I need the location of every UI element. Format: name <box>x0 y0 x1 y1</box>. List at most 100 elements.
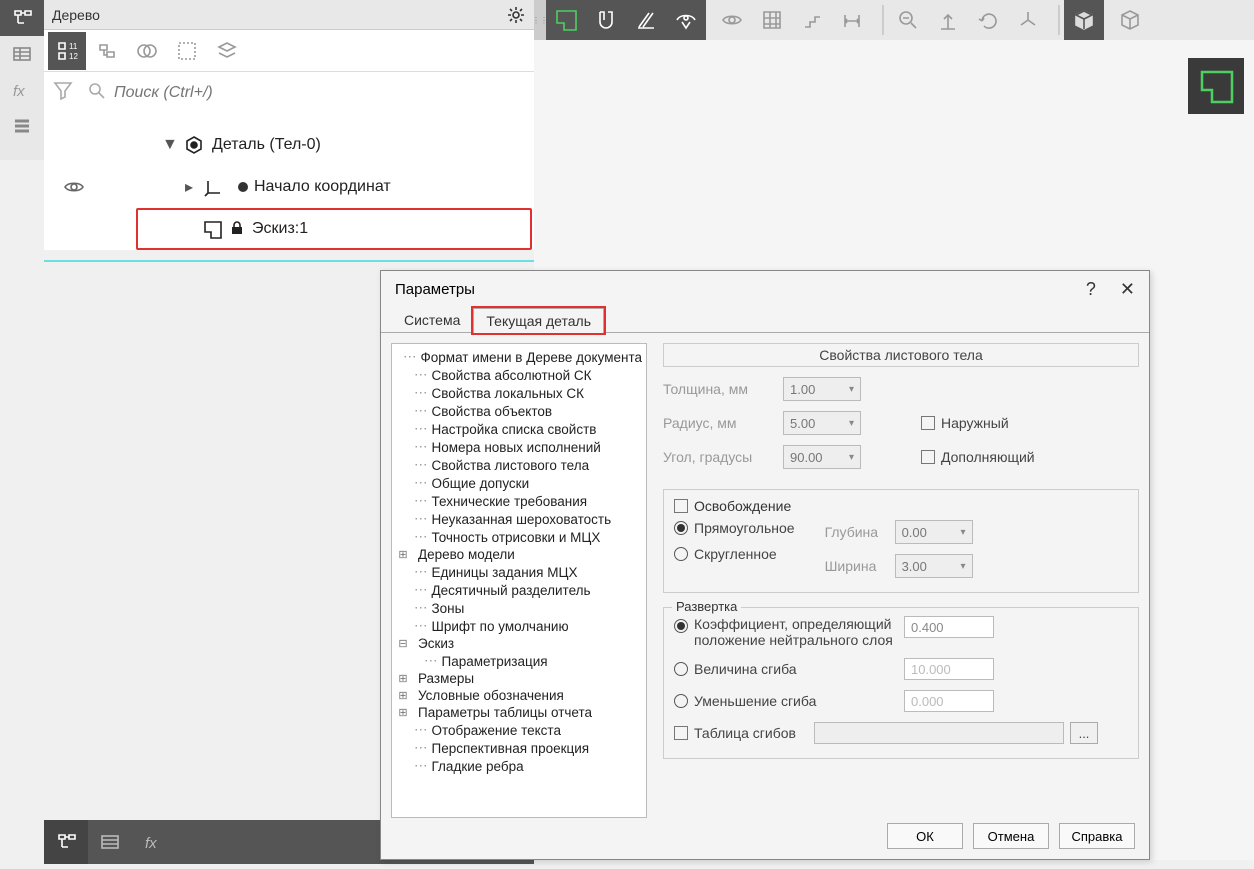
angle-combo[interactable]: 90.00▾ <box>783 445 861 469</box>
ptree-item[interactable]: Размеры <box>418 671 474 686</box>
tool-dims-icon[interactable] <box>832 0 872 40</box>
ptree-item[interactable]: Свойства абсолютной СК <box>432 368 592 383</box>
filter-icon[interactable] <box>52 79 80 107</box>
ptree-item[interactable]: Отображение текста <box>432 723 561 738</box>
tab-current-part[interactable]: Текущая деталь <box>473 308 604 333</box>
release-checkbox[interactable] <box>674 499 688 513</box>
tree-tb-layers-icon[interactable] <box>208 32 246 70</box>
tree-tb-numbered-icon[interactable]: 1112 <box>48 32 86 70</box>
thickness-combo[interactable]: 1.00▾ <box>783 377 861 401</box>
eye-icon[interactable] <box>56 179 92 195</box>
bend-table-input[interactable] <box>814 722 1064 744</box>
ptree-item[interactable]: Свойства листового тела <box>432 458 590 473</box>
tool-magnet-icon[interactable] <box>586 0 626 40</box>
bend-radio[interactable] <box>674 662 688 676</box>
ptree-item[interactable]: Точность отрисовки и МЦХ <box>432 530 601 545</box>
tool-step-icon[interactable] <box>792 0 832 40</box>
btm-tree-icon[interactable] <box>44 820 88 864</box>
coef-radio[interactable] <box>674 619 688 633</box>
tool-view-icon[interactable] <box>712 0 752 40</box>
viewport-sketch-badge[interactable] <box>1188 58 1244 114</box>
outer-checkbox[interactable] <box>921 416 935 430</box>
ptree-item[interactable]: Технические требования <box>432 494 588 509</box>
ptree-item[interactable]: Формат имени в Дереве документа <box>421 350 642 365</box>
lock-icon <box>230 221 246 237</box>
complement-label: Дополняющий <box>941 449 1035 465</box>
ptree-item[interactable]: Гладкие ребра <box>432 759 524 774</box>
help-button[interactable]: Справка <box>1059 823 1135 849</box>
ptree-item[interactable]: Дерево модели <box>418 547 515 562</box>
ptree-item[interactable]: Настройка списка свойств <box>432 422 597 437</box>
search-icon <box>88 82 106 105</box>
coef-input[interactable] <box>904 616 994 638</box>
depth-label: Глубина <box>825 524 895 540</box>
left-rail-tree-icon[interactable] <box>0 0 44 36</box>
ptree-item[interactable]: Номера новых исполнений <box>432 440 601 455</box>
ptree-item[interactable]: Неуказанная шероховатость <box>432 512 612 527</box>
tool-sketch-icon[interactable] <box>546 0 586 40</box>
ptree-item[interactable]: Условные обозначения <box>418 688 564 703</box>
btm-fx-icon[interactable]: fx <box>132 820 176 864</box>
ptree-item[interactable]: Параметризация <box>442 654 548 669</box>
search-input[interactable] <box>114 84 526 102</box>
help-icon[interactable]: ? <box>1086 279 1096 300</box>
ptree-item[interactable]: Единицы задания МЦХ <box>432 565 578 580</box>
ptree-item[interactable]: Свойства объектов <box>432 404 553 419</box>
tool-axis3d-icon[interactable] <box>1008 0 1048 40</box>
reduce-input[interactable] <box>904 690 994 712</box>
close-icon[interactable]: ✕ <box>1120 279 1135 300</box>
depth-combo[interactable]: 0.00▾ <box>895 520 973 544</box>
browse-button[interactable]: ... <box>1070 722 1098 744</box>
tool-rotate-icon[interactable] <box>968 0 1008 40</box>
parameters-dialog: Параметры ? ✕ Система Текущая деталь ⋯Фо… <box>380 270 1150 860</box>
ok-button[interactable]: ОК <box>887 823 963 849</box>
ptree-item[interactable]: Зоны <box>432 601 465 616</box>
complement-checkbox[interactable] <box>921 450 935 464</box>
origin-dot-icon <box>238 182 248 192</box>
svg-text:fx: fx <box>13 83 25 100</box>
tree-tb-link-icon[interactable] <box>88 32 126 70</box>
tool-eye-icon[interactable] <box>666 0 706 40</box>
left-rail-list-icon[interactable] <box>0 108 44 144</box>
btm-table-icon[interactable] <box>88 820 132 864</box>
tool-parallel-icon[interactable] <box>626 0 666 40</box>
tab-system[interactable]: Система <box>391 307 473 332</box>
gear-icon[interactable] <box>506 5 526 25</box>
drag-handle-icon[interactable]: ⋮⋮ <box>534 0 546 40</box>
tool-extrude-icon[interactable] <box>928 0 968 40</box>
rect-radio[interactable] <box>674 521 688 535</box>
svg-text:fx: fx <box>145 835 157 852</box>
tool-grid-icon[interactable] <box>752 0 792 40</box>
ptree-item[interactable]: Параметры таблицы отчета <box>418 705 592 720</box>
width-combo[interactable]: 3.00▾ <box>895 554 973 578</box>
radius-combo[interactable]: 5.00▾ <box>783 411 861 435</box>
ptree-item[interactable]: Шрифт по умолчанию <box>432 619 569 634</box>
tree-row-origin[interactable]: ▸ Начало координат <box>44 166 534 208</box>
rounded-radio[interactable] <box>674 547 688 561</box>
thickness-label: Толщина, мм <box>663 381 783 397</box>
left-rail-fx-icon[interactable]: fx <box>0 72 44 108</box>
reduce-radio[interactable] <box>674 694 688 708</box>
bend-table-checkbox[interactable] <box>674 726 688 740</box>
part-icon <box>182 133 206 157</box>
param-tree[interactable]: ⋯Формат имени в Дереве документа ⋯Свойст… <box>391 343 647 818</box>
ptree-item[interactable]: Общие допуски <box>432 476 530 491</box>
left-rail-table-icon[interactable] <box>0 36 44 72</box>
svg-text:12: 12 <box>69 52 78 61</box>
tool-cube-solid-icon[interactable] <box>1064 0 1104 40</box>
tool-cube-wire-icon[interactable] <box>1110 0 1150 40</box>
bend-input[interactable] <box>904 658 994 680</box>
cancel-button[interactable]: Отмена <box>973 823 1049 849</box>
tree-sketch-label: Эскиз:1 <box>252 220 308 238</box>
ptree-item[interactable]: Свойства локальных СК <box>432 386 584 401</box>
tool-zoom-icon[interactable] <box>888 0 928 40</box>
ptree-item[interactable]: Десятичный разделитель <box>432 583 591 598</box>
tree-tb-overlap-icon[interactable] <box>128 32 166 70</box>
tree-row-sketch[interactable]: Эскиз:1 <box>136 208 532 250</box>
tree-tb-select-icon[interactable] <box>168 32 206 70</box>
group-header: Свойства листового тела <box>663 343 1139 367</box>
ptree-item[interactable]: Эскиз <box>418 636 454 651</box>
rounded-label: Скругленное <box>694 546 777 562</box>
ptree-item[interactable]: Перспективная проекция <box>432 741 590 756</box>
tree-row-root[interactable]: ▼ Деталь (Тел-0) <box>44 124 534 166</box>
